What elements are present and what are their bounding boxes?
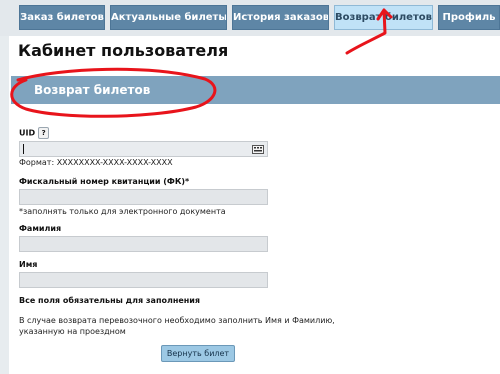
page-title: Кабинет пользователя — [18, 41, 229, 60]
return-ticket-button[interactable]: Вернуть билет — [161, 345, 235, 362]
fk-input[interactable] — [19, 189, 268, 205]
uid-label: UID — [19, 128, 36, 138]
text-caret — [23, 144, 24, 154]
tab-order-tickets[interactable]: Заказ билетов — [19, 5, 105, 30]
firstname-label: Имя — [19, 260, 38, 269]
firstname-input[interactable] — [19, 272, 268, 288]
fk-note: *заполнять только для электронного докум… — [19, 207, 226, 216]
tab-current-tickets[interactable]: Актуальные билеты — [110, 5, 227, 30]
section-header: Возврат билетов — [11, 76, 500, 104]
uid-label-row: UID? — [19, 127, 50, 139]
help-icon[interactable]: ? — [38, 127, 50, 139]
info-line-2: указанную на проездном — [19, 327, 126, 336]
lastname-input[interactable] — [19, 236, 268, 252]
keyboard-icon[interactable] — [252, 145, 264, 154]
section-title: Возврат билетов — [34, 83, 151, 97]
required-note: Все поля обязательны для заполнения — [19, 296, 201, 305]
tab-bar: Заказ билетов Актуальные билеты История … — [0, 0, 500, 36]
uid-input[interactable] — [19, 141, 268, 157]
tab-ticket-return[interactable]: Возврат билетов — [334, 5, 433, 30]
tab-order-history[interactable]: История заказов — [232, 5, 329, 30]
info-text: В случае возврата перевозочного необходи… — [19, 315, 335, 337]
fk-label: Фискальный номер квитанции (ФК)* — [19, 177, 190, 186]
tab-profile[interactable]: Профиль — [438, 5, 500, 30]
uid-format-hint: Формат: XXXXXXXX-XXXX-XXXX-XXXX — [19, 158, 173, 167]
lastname-label: Фамилия — [19, 224, 62, 233]
info-line-1: В случае возврата перевозочного необходи… — [19, 316, 335, 325]
